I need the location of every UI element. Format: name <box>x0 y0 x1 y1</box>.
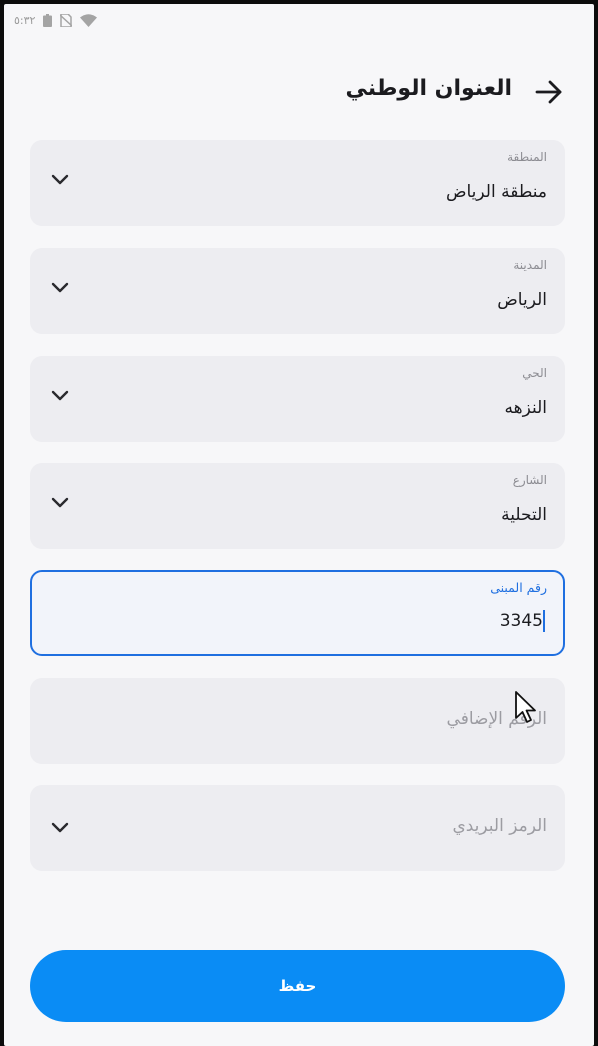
chevron-down-icon <box>51 174 69 185</box>
battery-icon <box>43 13 53 27</box>
district-dropdown[interactable]: الحي النزهه <box>30 356 565 442</box>
building-number-label: رقم المبنى <box>490 580 547 595</box>
text-caret <box>543 610 545 632</box>
wifi-icon <box>80 13 98 27</box>
city-value: الرياض <box>497 290 547 310</box>
region-label: المنطقة <box>507 150 547 164</box>
street-label: الشارع <box>512 473 547 487</box>
status-time: ٥:٣٢ <box>14 13 36 27</box>
postal-code-dropdown[interactable]: الرمز البريدي <box>30 785 565 871</box>
no-sim-icon <box>60 13 73 27</box>
chevron-down-icon <box>51 282 69 293</box>
chevron-down-icon <box>51 822 69 833</box>
building-number-value: 3345 <box>499 611 543 631</box>
district-label: الحي <box>522 366 547 380</box>
status-bar: ٥:٣٢ <box>14 10 98 30</box>
chevron-down-icon <box>51 497 69 508</box>
additional-number-placeholder: الرقم الإضافي <box>446 709 547 729</box>
page-title: العنوان الوطني <box>345 76 512 101</box>
chevron-down-icon <box>51 390 69 401</box>
app-screen: ٥:٣٢ العنوان الوطني المنطقة منطقة الرياض… <box>4 4 594 1046</box>
city-label: المدينة <box>513 258 547 272</box>
region-dropdown[interactable]: المنطقة منطقة الرياض <box>30 140 565 226</box>
street-value: التحلية <box>501 505 547 525</box>
street-dropdown[interactable]: الشارع التحلية <box>30 463 565 549</box>
city-dropdown[interactable]: المدينة الرياض <box>30 248 565 334</box>
back-button[interactable] <box>534 78 564 106</box>
building-number-value-wrap: 3345 <box>500 610 547 632</box>
region-value: منطقة الرياض <box>445 182 547 202</box>
district-value: النزهه <box>504 398 548 418</box>
save-button[interactable]: حفظ <box>30 950 565 1022</box>
arrow-right-icon <box>535 80 562 104</box>
postal-code-placeholder: الرمز البريدي <box>452 816 547 836</box>
building-number-input[interactable]: رقم المبنى 3345 <box>30 570 565 656</box>
header: العنوان الوطني <box>4 72 594 112</box>
additional-number-input[interactable]: الرقم الإضافي <box>30 678 565 764</box>
